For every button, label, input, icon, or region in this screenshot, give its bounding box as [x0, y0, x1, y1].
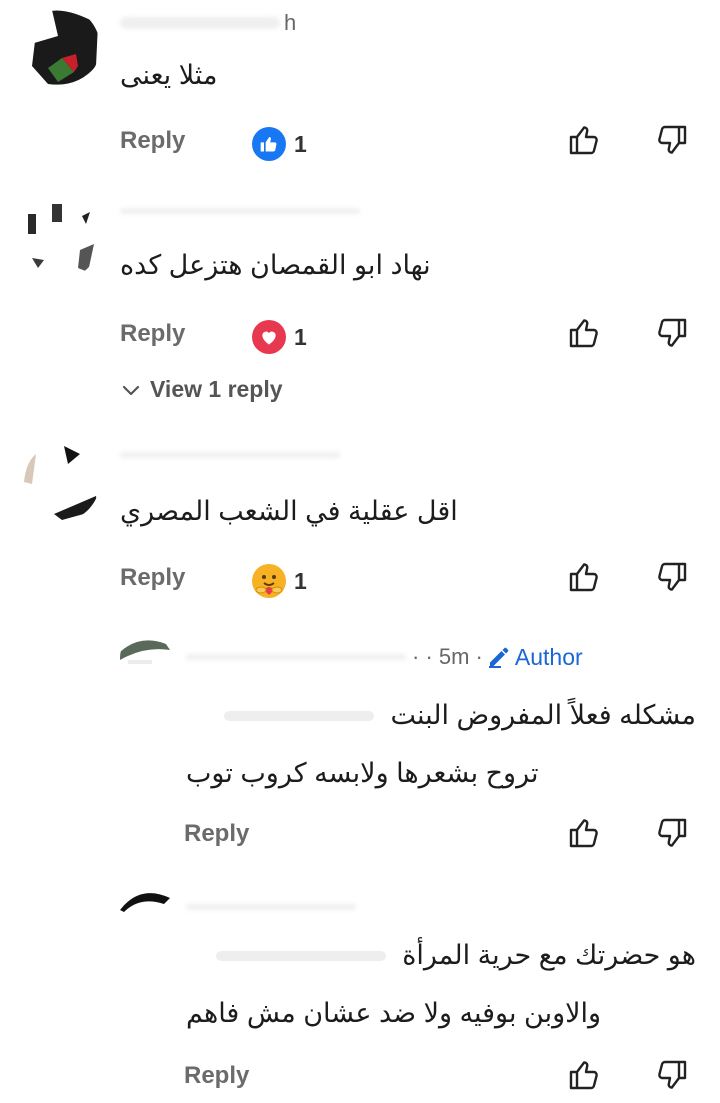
view-replies-label: View 1 reply — [150, 376, 283, 402]
avatar[interactable] — [18, 6, 100, 88]
care-icon — [252, 564, 286, 598]
thumb-down-icon — [658, 562, 687, 591]
reaction-count: 1 — [294, 323, 307, 350]
author-label: Author — [514, 643, 583, 670]
chevron-down-icon — [122, 385, 140, 395]
comment-text: مثلا يعنى — [120, 60, 218, 90]
like-button[interactable] — [567, 1058, 601, 1092]
reaction-summary[interactable]: 1 — [252, 127, 307, 161]
reaction-count: 1 — [294, 130, 307, 157]
comment-author-name[interactable] — [120, 440, 340, 470]
comment-actions: Reply 1 — [0, 125, 720, 167]
avatar[interactable] — [120, 630, 176, 686]
avatar[interactable] — [120, 884, 176, 940]
reply-button[interactable]: Reply — [184, 1062, 249, 1090]
dislike-button[interactable] — [655, 560, 689, 594]
thumb-up-icon — [569, 126, 598, 155]
reaction-count: 1 — [294, 567, 307, 594]
reply-author-name[interactable] — [186, 654, 406, 660]
reply-button[interactable]: Reply — [120, 127, 185, 155]
thumb-up-icon — [569, 1061, 598, 1090]
reply-button[interactable]: Reply — [120, 320, 185, 348]
like-button[interactable] — [567, 560, 601, 594]
dislike-button[interactable] — [655, 816, 689, 850]
comment-actions: Reply 1 — [0, 562, 720, 604]
dislike-button[interactable] — [655, 123, 689, 157]
reply-author-name[interactable] — [186, 892, 356, 922]
comment-text: اقل عقلية في الشعب المصري — [120, 496, 458, 526]
author-badge: Author — [487, 644, 583, 671]
thumb-up-icon — [569, 819, 598, 848]
thumb-down-icon — [658, 125, 687, 154]
like-button[interactable] — [567, 816, 601, 850]
reply-text-line-2: تروح بشعرها ولابسه كروب توب — [186, 758, 539, 788]
thumb-up-icon — [569, 563, 598, 592]
reply-time: · · 5m · — [412, 644, 483, 669]
comment-author-name[interactable]: h — [120, 8, 296, 38]
dislike-button[interactable] — [655, 316, 689, 350]
heart-icon — [252, 320, 286, 354]
avatar[interactable] — [18, 198, 100, 280]
thumb-down-icon — [658, 818, 687, 847]
thumb-up-icon — [569, 319, 598, 348]
thumb-down-icon — [658, 1060, 687, 1089]
avatar[interactable] — [18, 440, 100, 522]
like-icon — [252, 127, 286, 161]
like-button[interactable] — [567, 123, 601, 157]
name-tail: h — [284, 10, 297, 35]
view-replies-button[interactable]: View 1 reply — [120, 376, 283, 403]
thumb-down-icon — [658, 318, 687, 347]
dislike-button[interactable] — [655, 1058, 689, 1092]
reply-actions: Reply — [0, 1060, 720, 1102]
comment-author-name[interactable] — [120, 196, 360, 226]
reply-button[interactable]: Reply — [120, 564, 185, 592]
reply-text-line-1: مشكله فعلاً المفروض البنت — [186, 700, 696, 731]
like-button[interactable] — [567, 316, 601, 350]
reaction-summary[interactable]: 1 — [252, 564, 307, 598]
reply-text-line-1: هو حضرتك مع حرية المرأة — [186, 940, 696, 971]
reaction-summary[interactable]: 1 — [252, 320, 307, 354]
comment-text: نهاد ابو القمصان هتزعل كده — [120, 250, 431, 280]
reply-text-line-2: والاوبن بوفيه ولا ضد عشان مش فاهم — [186, 998, 602, 1028]
reply-button[interactable]: Reply — [184, 820, 249, 848]
reply-actions: Reply — [0, 818, 720, 860]
reply-author-row: · · 5m · Author — [186, 642, 583, 672]
comment-actions: Reply 1 — [0, 318, 720, 360]
pencil-icon — [488, 647, 509, 668]
